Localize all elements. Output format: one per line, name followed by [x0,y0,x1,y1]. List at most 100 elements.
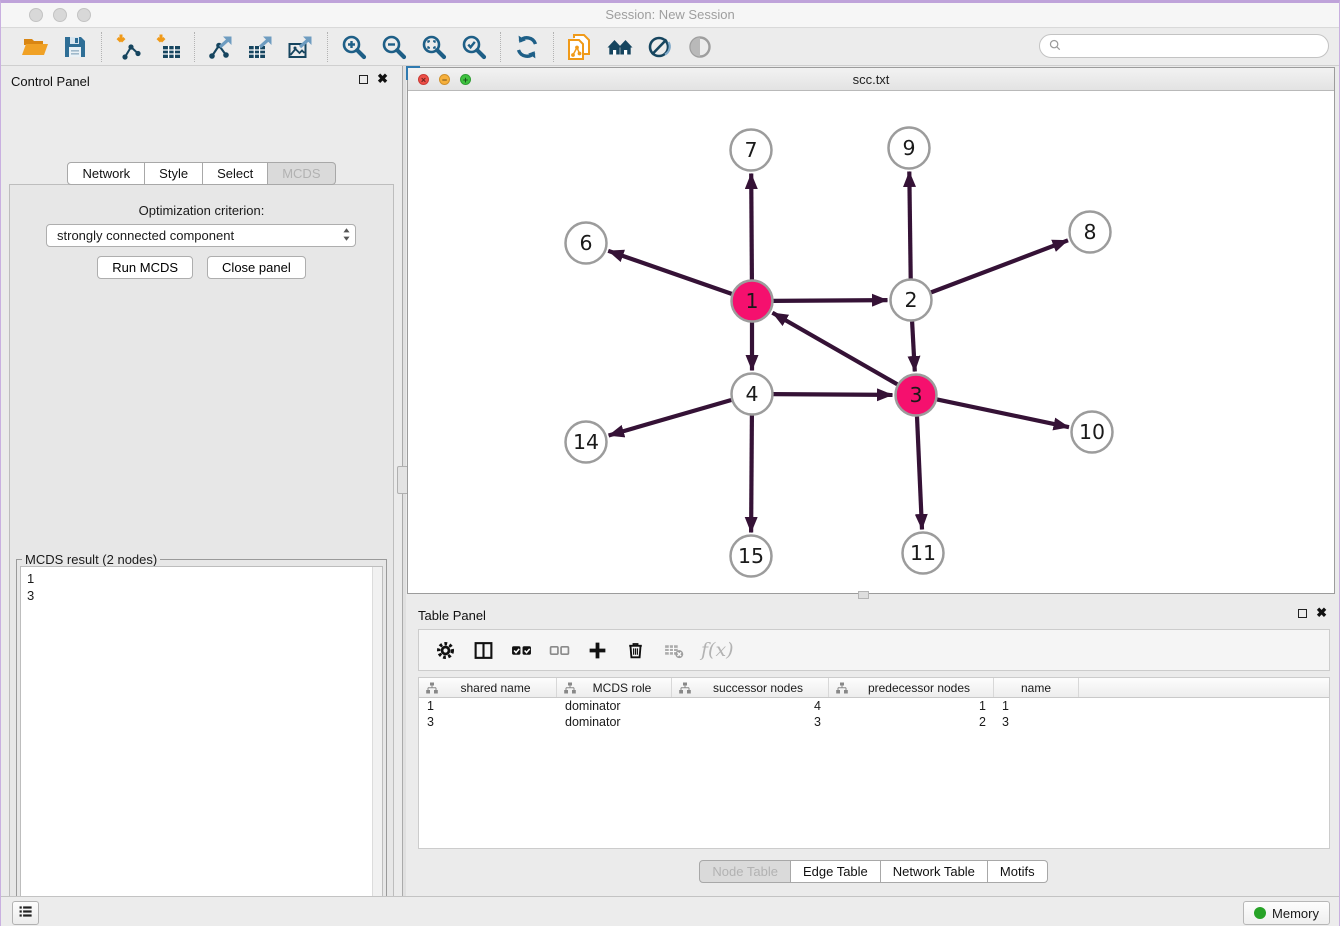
graph-node-10[interactable]: 10 [1072,412,1113,453]
svg-text:9: 9 [902,136,915,160]
graph-node-3[interactable]: 3 [896,375,937,416]
export-table-icon[interactable] [247,33,275,61]
float-table-panel-icon[interactable] [1298,609,1307,618]
table-panel-header: Table Panel ✖ [406,600,1340,628]
table-row[interactable]: 1dominator411 [419,698,1329,714]
graph-node-7[interactable]: 7 [731,130,772,171]
graph-edge-1-6[interactable] [608,251,732,294]
hide-icon[interactable] [646,33,674,61]
task-history-button[interactable] [12,901,39,925]
refresh-icon[interactable] [513,33,541,61]
svg-text:7: 7 [744,138,757,162]
tab-network[interactable]: Network [67,162,145,185]
tab-edge-table[interactable]: Edge Table [791,860,881,883]
memory-status-dot [1254,907,1266,919]
home-icon[interactable] [606,33,634,61]
horizontal-splitter-grip[interactable] [858,591,869,599]
graph-edge-2-3[interactable] [912,322,915,372]
optimization-criterion-label: Optimization criterion: [10,203,393,218]
run-mcds-button[interactable]: Run MCDS [97,256,193,279]
graph-node-2[interactable]: 2 [891,280,932,321]
control-panel-title: Control Panel [11,74,90,89]
column-header-shared-name[interactable]: shared name [419,678,557,697]
network-graph-canvas[interactable]: 7 9 6 8 1 2 4 3 14 10 15 11 [408,92,1334,593]
search-box[interactable] [1039,34,1329,58]
graph-node-9[interactable]: 9 [889,128,930,169]
graph-node-6[interactable]: 6 [566,223,607,264]
graph-edge-3-1[interactable] [772,313,897,385]
mcds-result-lines: 1 3 [21,567,382,607]
graph-node-1[interactable]: 1 [732,281,773,322]
mcds-result-text-area[interactable]: 1 3 [20,566,383,926]
graph-edge-4-15[interactable] [751,416,752,533]
graph-edge-1-2[interactable] [774,300,888,301]
column-header-successor-nodes[interactable]: successor nodes [672,678,829,697]
graph-node-4[interactable]: 4 [732,374,773,415]
column-header-name[interactable]: name [994,678,1079,697]
column-header-predecessor-nodes[interactable]: predecessor nodes [829,678,994,697]
graph-edge-2-8[interactable] [931,240,1068,292]
graph-node-14[interactable]: 14 [566,422,607,463]
clone-network-icon[interactable] [566,33,594,61]
tree-hierarchy-icon [679,682,691,694]
table-toolbar: f(x) [418,629,1330,671]
table-panel: Table Panel ✖ f(x) shared nameMCDS roles… [406,600,1340,893]
open-file-icon[interactable] [21,33,49,61]
close-panel-icon[interactable]: ✖ [377,74,388,84]
graph-node-11[interactable]: 11 [903,533,944,574]
close-table-panel-icon[interactable]: ✖ [1316,608,1327,618]
criterion-dropdown[interactable]: strongly connected component [46,224,356,247]
save-session-icon[interactable] [61,33,89,61]
import-table-icon[interactable] [154,33,182,61]
table-cell: dominator [557,699,672,713]
tree-hierarchy-icon [426,682,438,694]
svg-text:10: 10 [1079,420,1105,444]
tab-mcds[interactable]: MCDS [268,162,335,185]
status-bar: Memory [1,896,1339,926]
gear-icon[interactable] [435,640,456,661]
float-panel-icon[interactable] [359,75,368,84]
search-input[interactable] [1062,39,1328,54]
table-row[interactable]: 3dominator323 [419,714,1329,730]
svg-text:4: 4 [745,382,758,406]
graph-edge-4-3[interactable] [774,394,893,395]
application-window: Session: New Session Control Panel ✖ Net… [0,0,1340,926]
columns-icon[interactable] [473,640,494,661]
graph-edge-4-14[interactable] [609,400,732,436]
tree-hierarchy-icon [564,682,576,694]
export-image-icon[interactable] [287,33,315,61]
zoom-selected-icon[interactable] [460,33,488,61]
graph-node-15[interactable]: 15 [731,536,772,577]
tab-style[interactable]: Style [145,162,203,185]
zoom-in-icon[interactable] [340,33,368,61]
import-network-icon[interactable] [114,33,142,61]
export-network-icon[interactable] [207,33,235,61]
memory-button[interactable]: Memory [1243,901,1330,925]
svg-text:14: 14 [573,430,599,454]
deselect-all-icon[interactable] [549,640,570,661]
eye-icon[interactable] [686,33,714,61]
tab-motifs[interactable]: Motifs [988,860,1048,883]
select-all-icon[interactable] [511,640,532,661]
table-cell: 1 [419,699,557,713]
delete-icon[interactable] [625,640,646,661]
control-panel: Control Panel ✖ NetworkStyleSelectMCDS O… [1,66,402,896]
graph-edge-1-7[interactable] [751,174,752,280]
tab-node-table[interactable]: Node Table [699,860,791,883]
graph-edge-2-9[interactable] [909,172,910,279]
column-header-mcds-role[interactable]: MCDS role [557,678,672,697]
graph-edge-3-11[interactable] [917,417,922,530]
add-icon[interactable] [587,640,608,661]
zoom-out-icon[interactable] [380,33,408,61]
control-panel-header: Control Panel ✖ [1,66,402,94]
close-panel-button[interactable]: Close panel [207,256,306,279]
graph-node-8[interactable]: 8 [1070,212,1111,253]
table-cell: 2 [829,715,994,729]
mcds-result-title: MCDS result (2 nodes) [22,552,160,567]
zoom-fit-icon[interactable] [420,33,448,61]
tab-select[interactable]: Select [203,162,268,185]
tab-network-table[interactable]: Network Table [881,860,988,883]
table-cell: 3 [672,715,829,729]
graph-edge-3-10[interactable] [937,399,1069,427]
result-scrollbar[interactable] [372,567,382,926]
